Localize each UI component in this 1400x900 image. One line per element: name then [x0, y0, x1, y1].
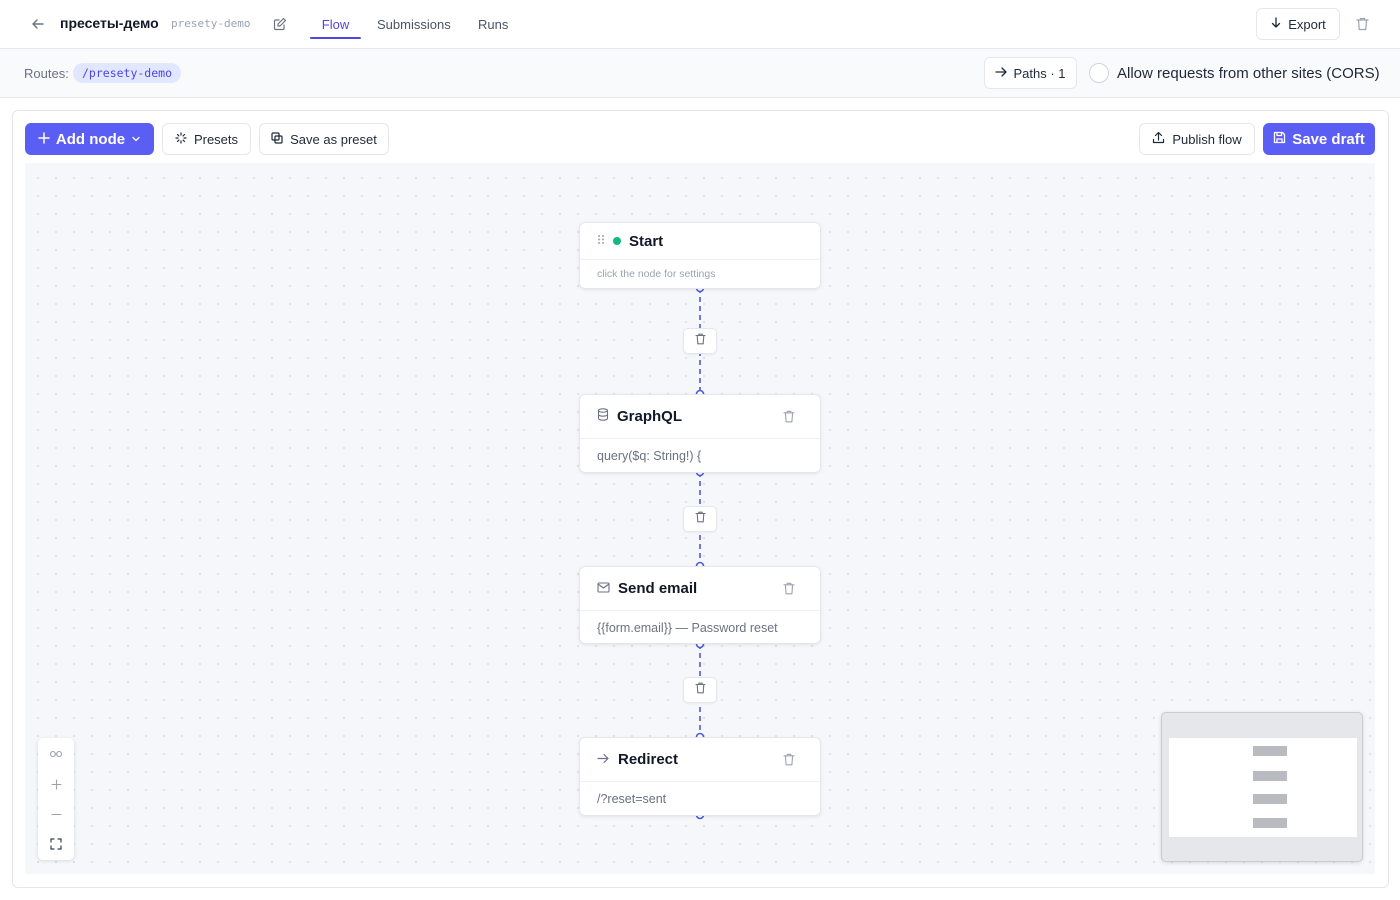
trash-icon — [694, 681, 706, 699]
export-button[interactable]: Export — [1256, 8, 1340, 40]
tab-submissions[interactable]: Submissions — [377, 0, 451, 49]
edit-pencil-icon[interactable] — [270, 14, 290, 34]
delete-flow-trash-icon[interactable] — [1352, 14, 1372, 34]
node-subtitle: click the node for settings — [597, 268, 716, 280]
save-as-preset-button[interactable]: Save as preset — [259, 123, 389, 155]
paths-button[interactable]: Paths · 1 — [984, 57, 1077, 89]
route-chip[interactable]: /presety-demo — [73, 63, 182, 83]
minimap-node — [1253, 818, 1287, 828]
link-icon[interactable] — [38, 739, 74, 769]
upload-icon — [1152, 131, 1165, 147]
cors-label: Allow requests from other sites (CORS) — [1117, 64, 1380, 82]
copy-icon — [271, 131, 283, 147]
mail-icon — [597, 580, 610, 598]
presets-label: Presets — [193, 131, 239, 147]
arrow-right-icon — [597, 751, 610, 769]
node-header: Send email — [580, 567, 820, 611]
presets-button[interactable]: Presets — [162, 123, 251, 155]
page-slug: presety-demo — [171, 17, 251, 30]
node-delete-trash-icon[interactable] — [780, 408, 798, 426]
arrow-right-icon — [995, 66, 1008, 81]
cors-toggle: Allow requests from other sites (CORS) — [1089, 62, 1380, 84]
trash-icon — [694, 510, 706, 528]
cors-checkbox[interactable] — [1089, 63, 1109, 83]
plus-icon — [38, 131, 50, 148]
node-delete-trash-icon[interactable] — [780, 580, 798, 598]
trash-icon — [694, 332, 706, 350]
node-subtitle: /?reset=sent — [597, 792, 667, 806]
fit-view-icon[interactable] — [38, 829, 74, 859]
node-title: Redirect — [618, 751, 679, 768]
save-draft-button[interactable]: Save draft — [1263, 123, 1375, 155]
save-draft-label: Save draft — [1292, 130, 1365, 148]
database-icon — [597, 407, 609, 426]
minimap-node — [1253, 771, 1287, 781]
sparkle-loader-icon — [175, 131, 187, 147]
node-title: Start — [629, 232, 664, 250]
node-graphql[interactable]: GraphQL query($q: String!) { — [579, 394, 821, 473]
zoom-controls — [38, 738, 74, 860]
publish-flow-button[interactable]: Publish flow — [1139, 123, 1255, 155]
minimap-node — [1253, 746, 1287, 756]
zoom-in-plus-icon[interactable] — [38, 769, 74, 799]
node-subtitle: {{form.email}} — Password reset — [597, 621, 778, 635]
node-title: Send email — [618, 580, 698, 597]
page-title: пресеты-демо — [60, 15, 159, 31]
node-header: GraphQL — [580, 395, 820, 439]
add-node-button[interactable]: Add node — [25, 123, 154, 155]
paths-label: Paths · 1 — [1013, 65, 1066, 81]
drag-handle-icon[interactable] — [597, 232, 605, 250]
tab-runs[interactable]: Runs — [478, 0, 508, 49]
node-start[interactable]: Start click the node for settings — [579, 222, 821, 289]
save-as-preset-label: Save as preset — [290, 131, 377, 147]
floppy-disk-icon — [1273, 131, 1286, 148]
publish-flow-label: Publish flow — [1172, 131, 1242, 147]
routes-label: Routes: — [24, 66, 69, 81]
routes-bar: Routes: /presety-demo Paths · 1 Allow re… — [0, 49, 1400, 98]
download-icon — [1270, 16, 1282, 32]
tab-flow[interactable]: Flow — [310, 0, 361, 49]
node-subtitle: query($q: String!) { — [597, 449, 702, 463]
add-node-label: Add node — [55, 130, 126, 148]
top-bar: пресеты-демо presety-demo Flow Submissio… — [0, 0, 1400, 49]
minimap-viewport[interactable] — [1169, 738, 1357, 837]
edge-delete-button[interactable] — [683, 328, 717, 354]
node-send-email[interactable]: Send email {{form.email}} — Password res… — [579, 566, 821, 644]
edge-delete-button[interactable] — [683, 677, 717, 703]
minimap[interactable] — [1161, 712, 1363, 862]
node-header: Redirect — [580, 738, 820, 782]
node-title: GraphQL — [617, 408, 683, 425]
chevron-down-icon — [131, 131, 141, 148]
edge-delete-button[interactable] — [683, 506, 717, 532]
status-dot — [613, 237, 621, 245]
node-header: Start — [580, 223, 820, 260]
node-delete-trash-icon[interactable] — [780, 751, 798, 769]
zoom-out-minus-icon[interactable] — [38, 799, 74, 829]
export-label: Export — [1288, 16, 1326, 32]
minimap-node — [1253, 794, 1287, 804]
back-arrow-icon[interactable] — [28, 14, 48, 34]
node-redirect[interactable]: Redirect /?reset=sent — [579, 737, 821, 816]
